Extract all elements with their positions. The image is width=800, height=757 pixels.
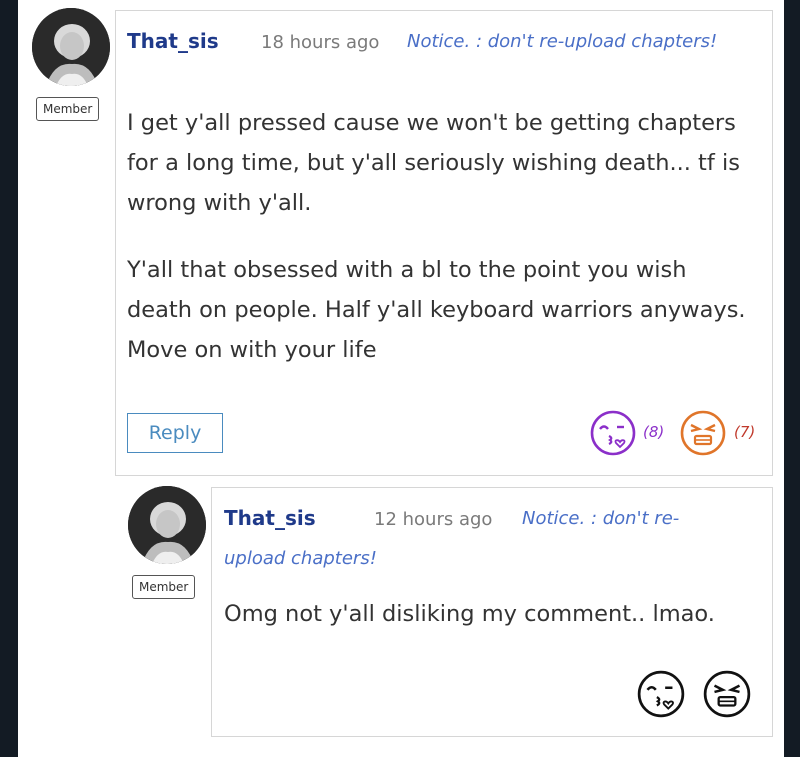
member-badge: Member (132, 575, 196, 599)
dislike-reaction-button[interactable] (679, 409, 727, 461)
reply-button[interactable]: Reply (127, 413, 223, 453)
comments-panel: Member That_sis 18 hours ago Notice. : d… (18, 0, 784, 757)
angry-face-icon (703, 670, 751, 718)
comment-paragraph: Y'all that obsessed with a bl to the poi… (127, 257, 746, 363)
like-count: (8) (643, 423, 665, 441)
comment-body: Omg not y'all disliking my comment.. lma… (224, 594, 764, 661)
avatar[interactable] (32, 8, 110, 86)
timestamp: 12 hours ago (374, 509, 493, 530)
kiss-face-icon (590, 410, 636, 456)
comment-paragraph: I get y'all pressed cause we won't be ge… (127, 110, 740, 216)
dislike-count: (7) (734, 423, 756, 441)
dislike-reaction-button[interactable] (702, 669, 752, 723)
comment-card: That_sis 18 hours ago Notice. : don't re… (115, 10, 773, 476)
username-link[interactable]: That_sis (224, 506, 316, 530)
comment-body: I get y'all pressed cause we won't be ge… (127, 103, 757, 397)
like-reaction-button[interactable] (636, 669, 686, 723)
kiss-face-icon (637, 670, 685, 718)
notice-text: Notice. : don't re- (522, 508, 680, 529)
avatar[interactable] (128, 486, 206, 564)
notice-text: Notice. : don't re-upload chapters! (407, 31, 718, 52)
angry-face-icon (680, 410, 726, 456)
timestamp: 18 hours ago (261, 32, 380, 53)
reply-comment-card: That_sis 12 hours ago Notice. : don't re… (211, 487, 773, 737)
notice-text-continued: upload chapters! (224, 548, 377, 569)
username-link[interactable]: That_sis (127, 29, 219, 53)
like-reaction-button[interactable] (589, 409, 637, 461)
comment-paragraph: Omg not y'all disliking my comment.. lma… (224, 601, 715, 627)
member-badge: Member (36, 97, 100, 121)
